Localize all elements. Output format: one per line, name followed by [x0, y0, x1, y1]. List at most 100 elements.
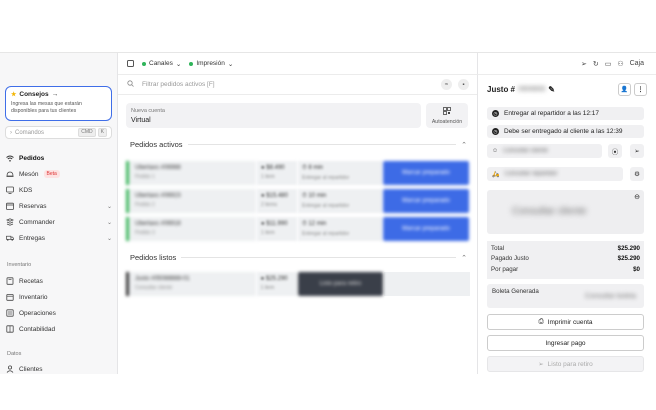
chevron-down-icon: ⌄ [175, 60, 182, 68]
ready-pickup-label: Listo para retiro [547, 360, 593, 368]
order-title: Justo # [487, 85, 516, 94]
order-row[interactable]: Ubertaxs #06988 Pedido 1 ● $8.490 1 item ⏱… [126, 161, 470, 185]
active-orders-header[interactable]: Pedidos activos ⌃ [130, 140, 467, 149]
paid-label: Pagado Justo [491, 255, 529, 263]
settings-icon[interactable]: ⚙ [630, 167, 644, 181]
topbar: Canales ⌄ Impresión ⌄ [118, 53, 477, 75]
sidebar-item-pedidos[interactable]: Pedidos [6, 152, 112, 164]
order-row[interactable]: Ubertaxs #06918 Pedido 3 ● $11.990 1 item … [126, 217, 470, 241]
order-row[interactable]: Ubertaxs #06923 Pedido 2 ● $15.480 2 items… [126, 189, 470, 213]
window-icon[interactable]: ▭ [605, 60, 612, 68]
print-bill-button[interactable]: ⎙ Imprimir cuenta [487, 314, 644, 330]
enter-payment-label: Ingresar pago [545, 339, 586, 347]
print-label: Impresión [196, 60, 225, 67]
id-button[interactable]: ⦿ [608, 144, 622, 158]
lock-icon[interactable]: ▪ [458, 79, 469, 90]
commands-placeholder: Comandos [15, 129, 45, 136]
users-icon[interactable]: ⚇ [617, 60, 623, 68]
sidebar-item-reservas[interactable]: Reservas ⌄ [6, 200, 112, 212]
table-selector[interactable]: Nueva cuenta Virtual [126, 103, 421, 128]
sidebar-item-label: Mesón [19, 170, 39, 178]
search-icon [127, 80, 134, 89]
chevron-down-icon: ⌄ [106, 203, 112, 210]
sidebar-item-meson[interactable]: Mesón Beta [6, 168, 112, 180]
sidebar-item-commander[interactable]: Commander ⌄ [6, 216, 112, 228]
sidebar-item-clientes[interactable]: Clientes [6, 363, 112, 374]
total-value: $25.290 [617, 244, 640, 252]
wifi-icon[interactable]: ≈ [441, 79, 452, 90]
status-dot-icon [189, 61, 194, 66]
channels-label: Canales [149, 60, 173, 67]
send-icon[interactable]: ➢ [581, 60, 587, 68]
minus-circle-icon[interactable]: ⊖ [634, 193, 640, 201]
ready-orders-title: Pedidos listos [130, 253, 177, 262]
deliver-client-text: Debe ser entregado al cliente a las 12:3… [504, 128, 623, 135]
due-value: $0 [633, 265, 640, 273]
courier-field[interactable]: 🛵 Consultar repartidor [487, 167, 623, 181]
sidebar-toggle-icon[interactable] [127, 60, 134, 67]
send-icon[interactable]: ➢ [630, 144, 644, 158]
sidebar-item-label: Inventario [19, 293, 48, 301]
user-icon: ☺ [492, 148, 499, 154]
sidebar-item-label: Operaciones [19, 309, 56, 317]
sidebar-item-kds[interactable]: KDS [6, 184, 112, 196]
motorbike-icon: 🛵 [492, 171, 500, 178]
bell-icon [6, 170, 14, 178]
chevron-up-icon: ⌃ [461, 141, 467, 149]
user-icon[interactable]: 👤 [618, 83, 631, 96]
order-row[interactable]: Justo #05088888-01 Consultar cliente ● $2… [126, 272, 471, 296]
total-label: Total [491, 244, 505, 252]
ready-pickup-button[interactable]: ➢ Listo para retiro [487, 356, 644, 372]
sidebar-item-label: Reservas [19, 202, 47, 210]
right-toolbar: ➢ ↻ ▭ ⚇ Caja [477, 53, 656, 75]
deliver-rider-row: ◷ Entregar al repartidor a las 12:17 [487, 107, 644, 120]
section-label-inventario: Inventario [7, 262, 32, 268]
commands-search[interactable]: › Comandos CMD K [5, 126, 112, 139]
ledger-icon [6, 325, 14, 333]
divider [181, 257, 457, 258]
enter-payment-button[interactable]: Ingresar pago [487, 335, 644, 351]
sidebar-item-entregas[interactable]: Entregas ⌄ [6, 232, 112, 244]
sidebar-item-label: Commander [19, 218, 55, 226]
divider [187, 144, 457, 145]
pencil-icon[interactable]: ✎ [548, 85, 555, 94]
deliver-client-row: ◷ Debe ser entregado al cliente a las 12… [487, 125, 644, 138]
order-detail-panel: Justo # 0906808 ✎ 👤 ⋮ ◷ Entregar al repa… [477, 75, 656, 374]
box-icon [6, 293, 14, 301]
self-service-button[interactable]: Autoatención [426, 103, 468, 128]
customer-field[interactable]: ☺ Consultar cliente [487, 144, 602, 158]
book-icon [6, 277, 14, 285]
order-title-row: Justo # 0906808 ✎ 👤 ⋮ [487, 83, 647, 96]
qr-code-icon [443, 106, 451, 117]
sidebar-item-recetas[interactable]: Recetas [6, 275, 112, 287]
channels-dropdown[interactable]: Canales ⌄ [142, 60, 181, 68]
arrow-right-icon: → [51, 91, 59, 98]
sidebar-item-inventario[interactable]: Inventario [6, 291, 112, 303]
chevron-up-icon: ⌃ [461, 254, 467, 262]
refresh-icon[interactable]: ↻ [593, 60, 599, 68]
receipt-box: Boleta Generada Consultar boleta [487, 284, 644, 308]
cash-label[interactable]: Caja [630, 60, 644, 67]
truck-icon [6, 234, 14, 242]
tips-card[interactable]: ★ Consejos → Ingresa las mesas que estar… [5, 86, 112, 121]
main-panel: Canales ⌄ Impresión ⌄ Filtrar pedidos ac… [118, 53, 477, 374]
sidebar-item-label: Contabilidad [19, 325, 56, 333]
sidebar-item-label: Entregas [19, 234, 46, 242]
chevron-down-icon: ⌄ [106, 235, 112, 242]
chevron-right-icon: › [10, 129, 12, 136]
wifi-icon [6, 154, 14, 162]
receipt-label: Boleta Generada [492, 288, 539, 295]
more-icon[interactable]: ⋮ [634, 83, 647, 96]
calendar-icon [6, 202, 14, 210]
sidebar-item-operaciones[interactable]: Operaciones [6, 307, 112, 319]
orders-search-bar[interactable]: Filtrar pedidos activos [F] ≈ ▪ [118, 75, 477, 95]
star-icon: ★ [11, 92, 17, 98]
app-window: ★ Consejos → Ingresa las mesas que estar… [0, 52, 656, 374]
print-dropdown[interactable]: Impresión ⌄ [189, 60, 233, 68]
sidebar-item-label: Pedidos [19, 154, 45, 162]
kbd-cmd: CMD [78, 128, 96, 137]
sidebar-item-contabilidad[interactable]: Contabilidad [6, 323, 112, 335]
self-service-label: Autoatención [431, 118, 463, 125]
ready-orders-header[interactable]: Pedidos listos ⌃ [130, 253, 467, 262]
send-icon: ➢ [538, 361, 544, 368]
